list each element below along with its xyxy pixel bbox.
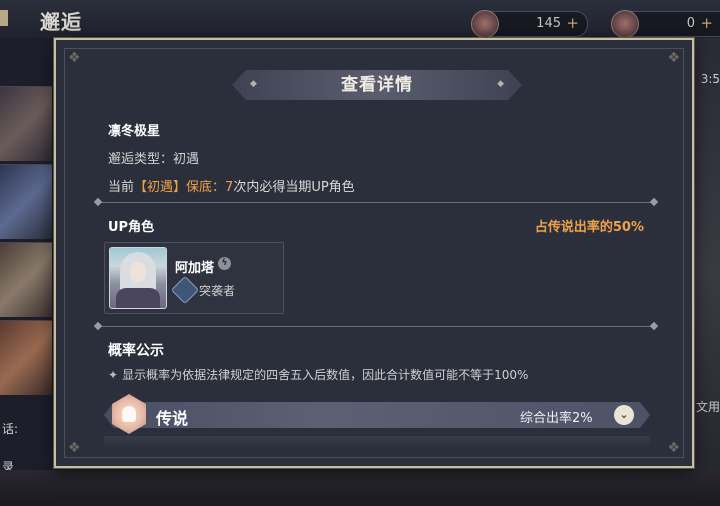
probability-title: 概率公示 [108,343,164,359]
chevron-down-icon[interactable]: ⌄ [614,405,634,425]
assault-class-icon [170,275,200,305]
character-portrait [109,247,167,309]
sparkle-icon: ✦ [108,368,119,382]
currency-pill-a[interactable]: 145 + [471,10,588,38]
banner-thumb-3[interactable] [0,242,52,317]
diamond-ornament-icon: ◆ [250,79,257,89]
diamond-ornament-icon: ◆ [497,79,504,89]
corner-ornament-icon: ❖ [68,440,81,456]
pity-prefix: 当前 [108,180,135,195]
probability-note-text: 显示概率为依据法律规定的四舍五入后数值，因此合计数值可能不等于100% [122,368,529,382]
lightning-element-icon: ϟ [218,257,231,270]
list-fade [104,436,650,448]
screen-title: 邂逅 [40,10,82,34]
currency-b-plus-button[interactable]: + [700,14,713,32]
legend-tier-rate: 综合出率2% [520,411,593,426]
currency-a-value: 145 [536,16,561,31]
pity-row: 当前【初遇】保底：7次内必得当期UP角色 [108,176,355,195]
banner-thumb-4[interactable] [0,320,52,395]
currency-pill-b[interactable]: 0 + [611,10,720,38]
banner-name: 凛冬极星 [108,124,161,139]
up-character-card[interactable]: 阿加塔 ϟ 突袭者 [104,242,284,314]
banner-thumb-2[interactable] [0,164,52,239]
portrait-face [130,262,146,282]
pity-suffix: 次内必得当期UP角色 [233,180,355,195]
bg-bottom-art [0,470,720,506]
modal-title-bar: ◆ 查看详情 ◆ [232,70,522,100]
bg-left-text-1: 话: [2,422,19,436]
bg-right-art [694,38,720,506]
corner-ornament-icon: ❖ [667,440,680,456]
compass-icon [471,10,499,38]
bg-right-text-1: 3:5 [700,72,720,86]
section-divider [93,197,659,207]
back-icon[interactable] [0,10,8,26]
pity-label: 保底： [186,180,226,195]
up-rate-text: 占传说出率的50% [534,220,644,235]
banner-thumb-1[interactable] [0,86,52,161]
bg-right-text-2: 文用 [695,400,720,414]
modal-title: 查看详情 [341,75,413,95]
legend-tier-label: 传说 [156,409,189,428]
portrait-body [116,288,160,308]
encounter-type-label: 邂逅类型： [108,152,174,167]
up-section-title: UP角色 [108,220,155,235]
corner-ornament-icon: ❖ [68,50,81,66]
pity-banner: 【初遇】 [134,180,187,195]
encounter-type-value: 初遇 [173,152,200,167]
corner-ornament-icon: ❖ [667,50,680,66]
encounter-type-row: 邂逅类型：初遇 [108,148,199,167]
character-class: 突袭者 [199,284,236,298]
currency-a-plus-button[interactable]: + [566,14,579,32]
legend-emblem-core [122,406,136,422]
top-bar: 邂逅 145 + 0 + [0,0,720,38]
details-modal: ❖ ❖ ❖ ❖ ◆ 查看详情 ◆ 凛冬极星 邂逅类型：初遇 当前【初遇】保底：7… [54,38,694,468]
currency-b-value: 0 [686,16,695,31]
character-name: 阿加塔 [175,261,215,276]
crystal-icon [611,10,639,38]
section-divider [93,321,659,331]
probability-note: ✦ 显示概率为依据法律规定的四舍五入后数值，因此合计数值可能不等于100% [108,366,528,383]
